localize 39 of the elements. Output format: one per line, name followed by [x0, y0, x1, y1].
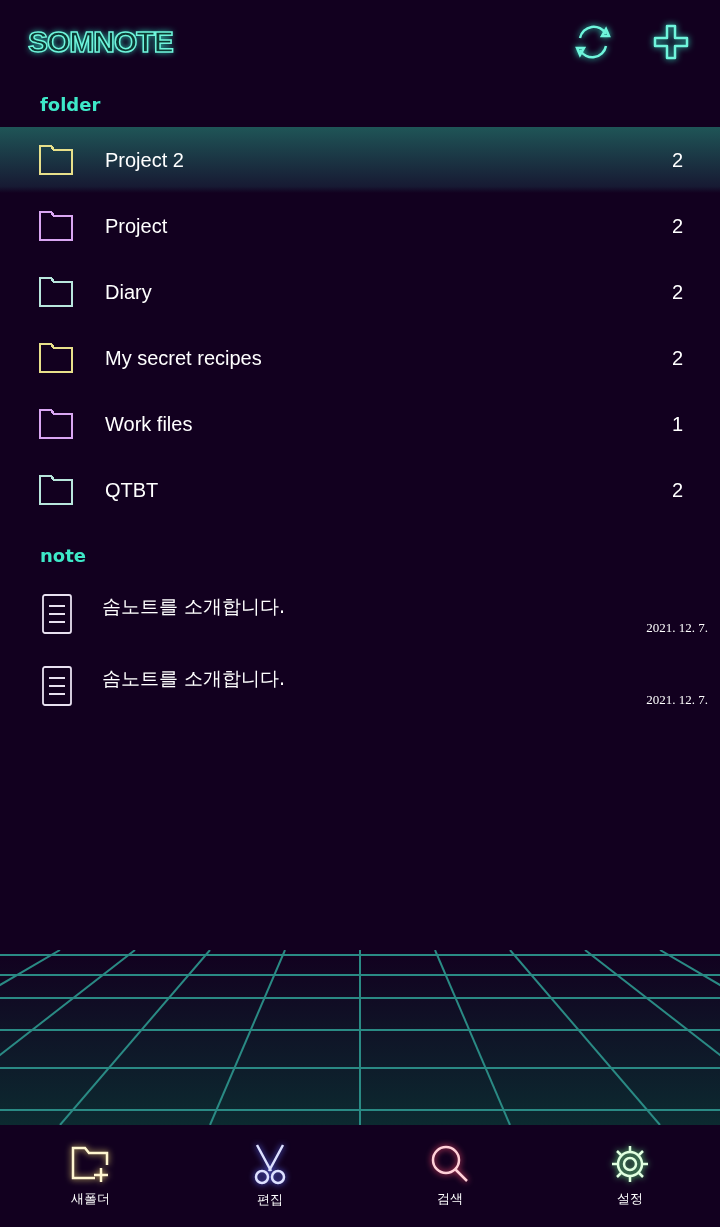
note-title: 솜노트를 소개합니다. [102, 666, 287, 691]
note-title: 솜노트를 소개합니다. [102, 594, 287, 619]
folder-name: Diary [105, 280, 153, 304]
section-label: folder [39, 93, 102, 117]
folder-row[interactable]: Project 2 2 [0, 127, 720, 193]
folder-row[interactable]: Diary 2 [0, 259, 720, 325]
note-count: 1 [671, 412, 683, 436]
add-icon[interactable] [652, 23, 690, 61]
sync-icon[interactable] [572, 22, 614, 62]
note-date: 2021. 12. 7. [646, 692, 708, 708]
nav-button[interactable]: 편집 [180, 1125, 360, 1227]
nav-button[interactable]: 설정 [540, 1125, 720, 1227]
folder-row[interactable]: Work files 1 [0, 391, 720, 457]
folder-row[interactable]: Project 2 [0, 193, 720, 259]
folder-row[interactable]: QTBT 2 [0, 457, 720, 523]
note-row[interactable]: 솜노트를 소개합니다. 2021. 12. 7. [0, 650, 720, 722]
app-logo: SOMNOTE [28, 25, 173, 59]
folder-plus-icon [69, 1144, 111, 1184]
note-count: 2 [671, 148, 683, 172]
note-count: 2 [671, 346, 683, 370]
section-label: note [39, 544, 87, 568]
folder-name: Project [105, 214, 169, 238]
note-row[interactable]: 솜노트를 소개합니다. 2021. 12. 7. [0, 578, 720, 650]
search-icon [430, 1144, 470, 1184]
note-count: 2 [671, 478, 683, 502]
settings-icon [610, 1144, 650, 1184]
folder-name: My secret recipes [105, 346, 263, 370]
nav-button[interactable]: 새폴더 [0, 1125, 180, 1227]
folder-row[interactable]: My secret recipes 2 [0, 325, 720, 391]
note-count: 2 [671, 280, 683, 304]
note-date: 2021. 12. 7. [646, 620, 708, 636]
folder-name: Project 2 [105, 148, 185, 172]
document-icon [42, 594, 72, 634]
scissors-icon [252, 1143, 288, 1185]
document-icon [42, 666, 72, 706]
nav-button[interactable]: 검색 [360, 1125, 540, 1227]
folder-name: QTBT [105, 478, 160, 502]
note-count: 2 [671, 214, 683, 238]
folder-name: Work files [105, 412, 194, 436]
